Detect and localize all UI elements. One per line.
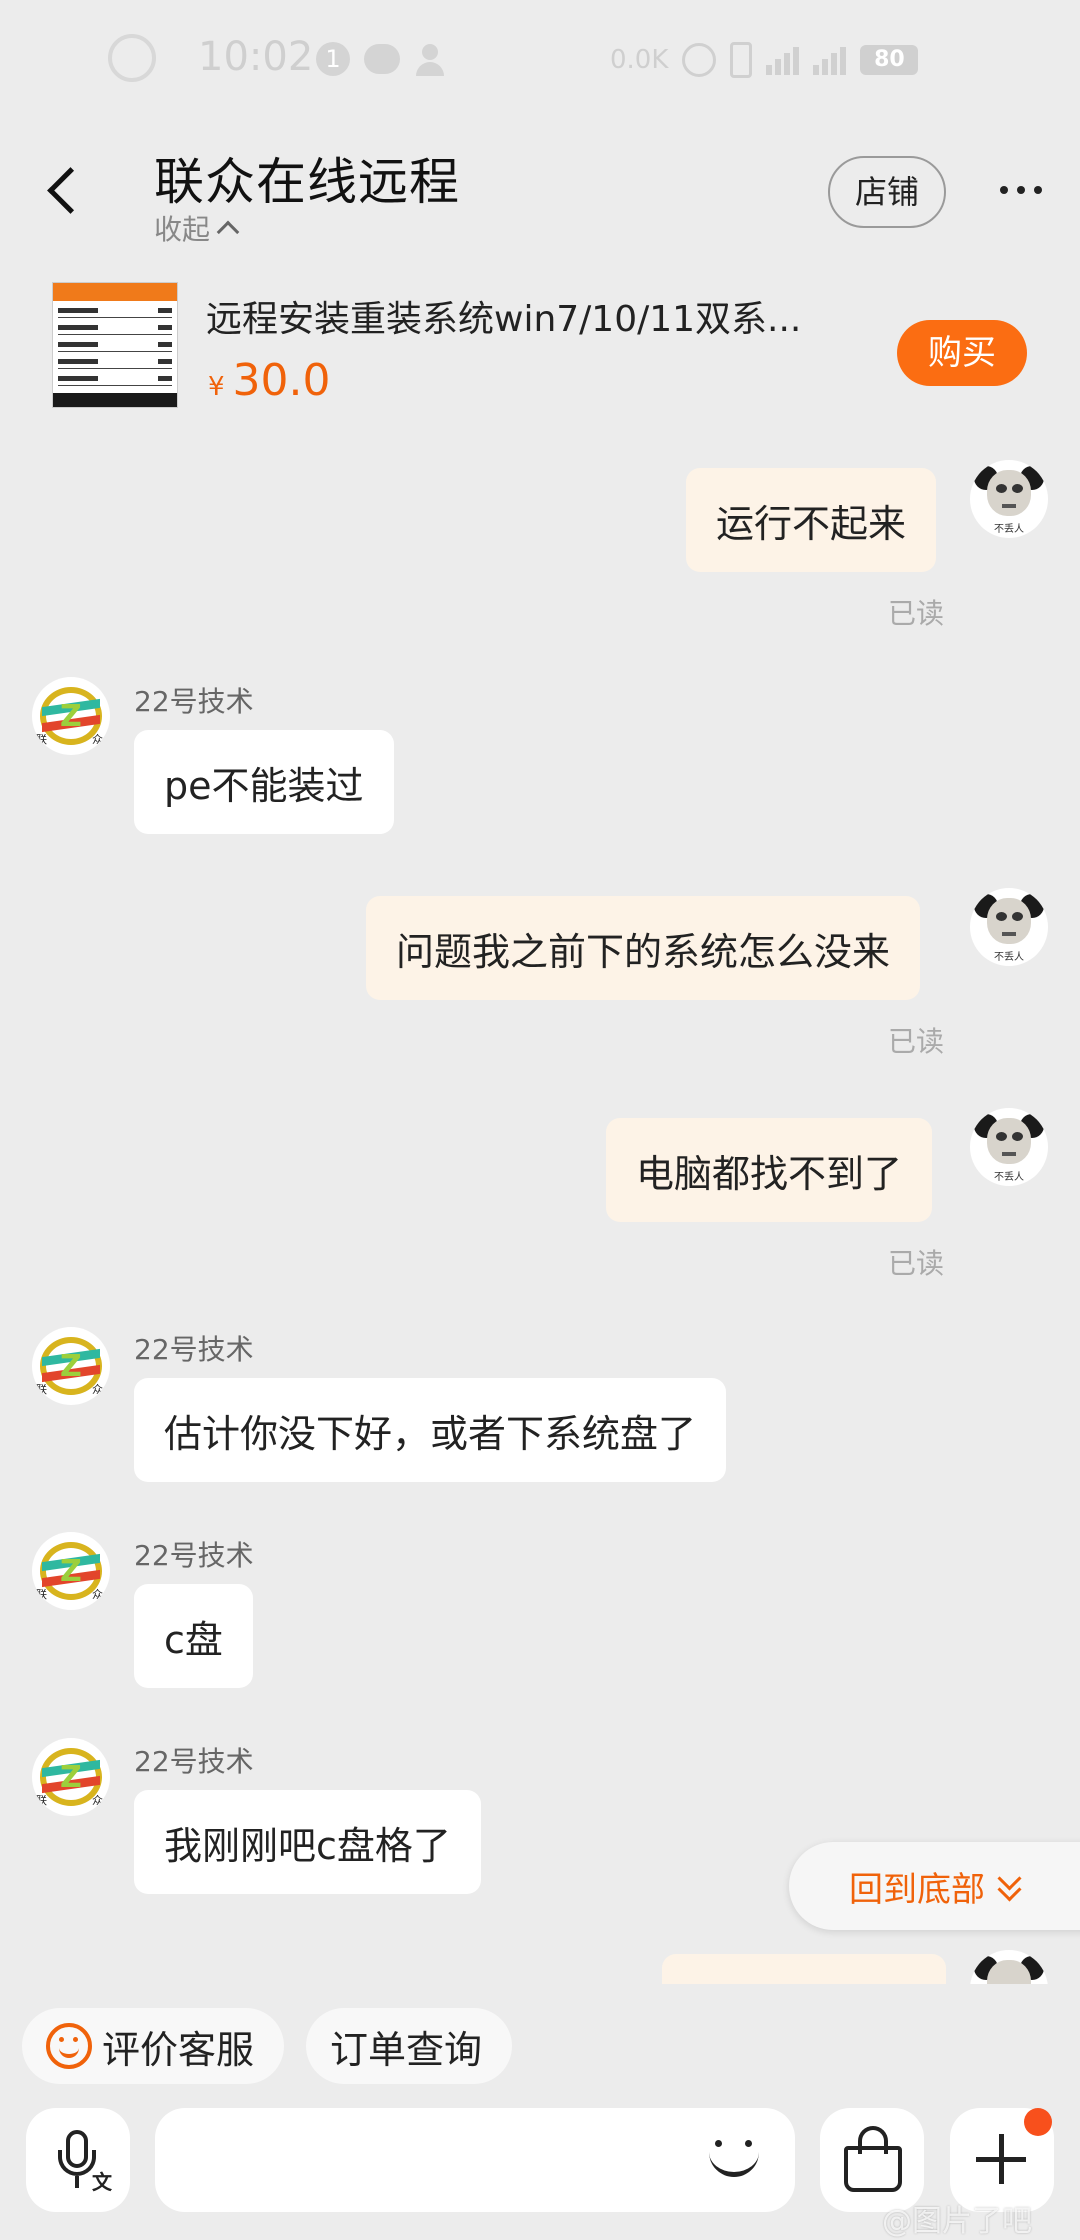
avatar-char-right: 众	[92, 733, 103, 746]
partial-message-row	[0, 1950, 1080, 1984]
sender-name: 22号技术	[134, 685, 254, 718]
avatar-caption: 不丢人	[994, 1172, 1024, 1183]
voice-input-button[interactable]: 文	[26, 2108, 130, 2212]
signal-4g-icon	[766, 45, 800, 75]
signal-icon	[813, 45, 847, 75]
their-message-bubble[interactable]: 估计你没下好，或者下系统盘了	[134, 1378, 727, 1482]
read-status: 已读	[888, 597, 945, 630]
buy-button[interactable]: 购买	[897, 320, 1027, 386]
message-input[interactable]	[155, 2108, 795, 2212]
order-query-chip[interactable]: 订单查询	[306, 2008, 512, 2084]
my-avatar[interactable]: 不丢人	[970, 1108, 1048, 1186]
scroll-to-bottom-button[interactable]: 回到底部	[789, 1842, 1080, 1930]
notification-count-badge: 1	[316, 42, 350, 76]
vibrate-icon	[730, 42, 753, 78]
status-time: 10:02	[198, 34, 314, 80]
smile-icon	[46, 2023, 92, 2069]
shop-avatar[interactable]: Z 联 众	[32, 1532, 110, 1610]
their-message-bubble[interactable]: pe不能装过	[134, 730, 394, 834]
product-title[interactable]: 远程安装重装系统win7/10/11双系...	[206, 290, 846, 342]
status-circle-icon	[108, 34, 156, 82]
avatar-caption: 不丢人	[994, 524, 1024, 535]
rate-service-chip[interactable]: 评价客服	[22, 2008, 284, 2084]
shop-avatar[interactable]: Z 联 众	[32, 1327, 110, 1405]
my-message-bubble-partial	[662, 1954, 946, 1984]
net-speed: 0.0K	[610, 45, 669, 75]
status-right-group: 0.0K 80	[610, 40, 919, 80]
product-thumbnail[interactable]	[52, 282, 178, 408]
notification-dot	[1024, 2108, 1052, 2136]
their-message-bubble[interactable]: c盘	[134, 1584, 253, 1688]
sender-name: 22号技术	[134, 1745, 254, 1778]
battery-icon: 80	[860, 45, 919, 75]
my-message-bubble[interactable]: 问题我之前下的系统怎么没来	[366, 896, 921, 1000]
store-button[interactable]: 店铺	[828, 156, 946, 228]
sender-name: 22号技术	[134, 1539, 254, 1572]
my-avatar-partial	[970, 1950, 1048, 1984]
read-status: 已读	[888, 1025, 945, 1058]
microphone-icon: 文	[26, 2108, 130, 2212]
price-value: 30.0	[232, 355, 331, 406]
sender-name: 22号技术	[134, 1333, 254, 1366]
emoji-icon[interactable]	[705, 2128, 763, 2186]
double-chevron-down-icon	[997, 1866, 1023, 1902]
read-status: 已读	[888, 1247, 945, 1280]
avatar-char-right: 众	[92, 1794, 103, 1807]
chevron-up-icon	[216, 220, 240, 244]
collapse-label: 收起	[154, 213, 211, 246]
product-price: ¥ 30.0	[208, 355, 331, 406]
watermark: @图片了吧	[882, 2204, 1032, 2239]
user-notification-icon	[414, 44, 452, 76]
scroll-to-bottom-label: 回到底部	[849, 1869, 985, 1910]
order-query-label: 订单查询	[330, 2027, 483, 2072]
shop-avatar[interactable]: Z 联 众	[32, 1738, 110, 1816]
avatar-char-left: 联	[36, 1794, 47, 1807]
my-message-bubble[interactable]: 电脑都找不到了	[606, 1118, 933, 1222]
price-currency: ¥	[208, 372, 225, 402]
my-avatar[interactable]: 不丢人	[970, 888, 1048, 966]
shop-avatar[interactable]: Z 联 众	[32, 677, 110, 755]
their-message-bubble[interactable]: 我刚刚吧c盘格了	[134, 1790, 481, 1894]
avatar-char-left: 联	[36, 1588, 47, 1601]
mic-label: 文	[92, 2170, 112, 2194]
avatar-caption: 不丢人	[994, 952, 1024, 963]
my-message-bubble[interactable]: 运行不起来	[686, 468, 937, 572]
more-options-icon[interactable]	[1000, 186, 1042, 194]
status-bar: 10:02 1 0.0K 80	[0, 0, 1080, 120]
alarm-icon	[682, 43, 717, 77]
avatar-char-right: 众	[92, 1383, 103, 1396]
avatar-char-right: 众	[92, 1588, 103, 1601]
chat-notification-icon	[364, 44, 400, 74]
my-avatar[interactable]: 不丢人	[970, 460, 1048, 538]
avatar-char-left: 联	[36, 1383, 47, 1396]
avatar-char-left: 联	[36, 733, 47, 746]
chat-title: 联众在线远程	[154, 153, 460, 211]
collapse-toggle[interactable]: 收起	[154, 208, 240, 248]
rate-service-label: 评价客服	[102, 2027, 255, 2072]
back-arrow-icon[interactable]	[40, 160, 90, 220]
